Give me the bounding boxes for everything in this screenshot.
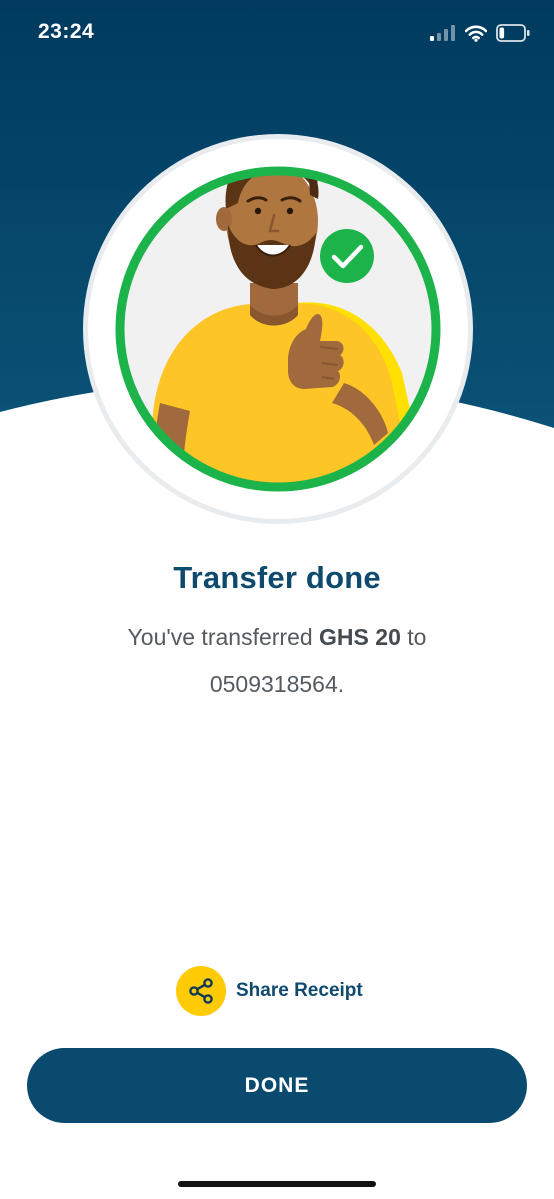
message-middle: to <box>400 624 427 650</box>
battery-icon <box>496 24 530 42</box>
share-icon[interactable] <box>176 966 226 1016</box>
transfer-message: You've transferred GHS 20 to 0509318564. <box>60 614 494 708</box>
share-receipt-label[interactable]: Share Receipt <box>236 980 363 1002</box>
transfer-amount: GHS 20 <box>319 624 401 650</box>
success-illustration <box>83 134 473 524</box>
checkmark-icon <box>320 229 374 283</box>
home-indicator <box>178 1181 376 1187</box>
message-prefix: You've transferred <box>127 624 320 650</box>
share-receipt-button[interactable]: Share Receipt <box>176 965 363 1017</box>
cellular-signal-icon <box>430 25 455 41</box>
status-time: 23:24 <box>38 20 95 43</box>
done-button[interactable]: DONE <box>27 1048 527 1123</box>
status-bar: 23:24 <box>0 0 554 66</box>
message-suffix: . <box>337 671 345 697</box>
page-title: Transfer done <box>173 560 381 595</box>
wifi-icon <box>465 25 487 42</box>
status-icons <box>430 20 530 46</box>
recipient-number: 0509318564 <box>209 671 338 697</box>
